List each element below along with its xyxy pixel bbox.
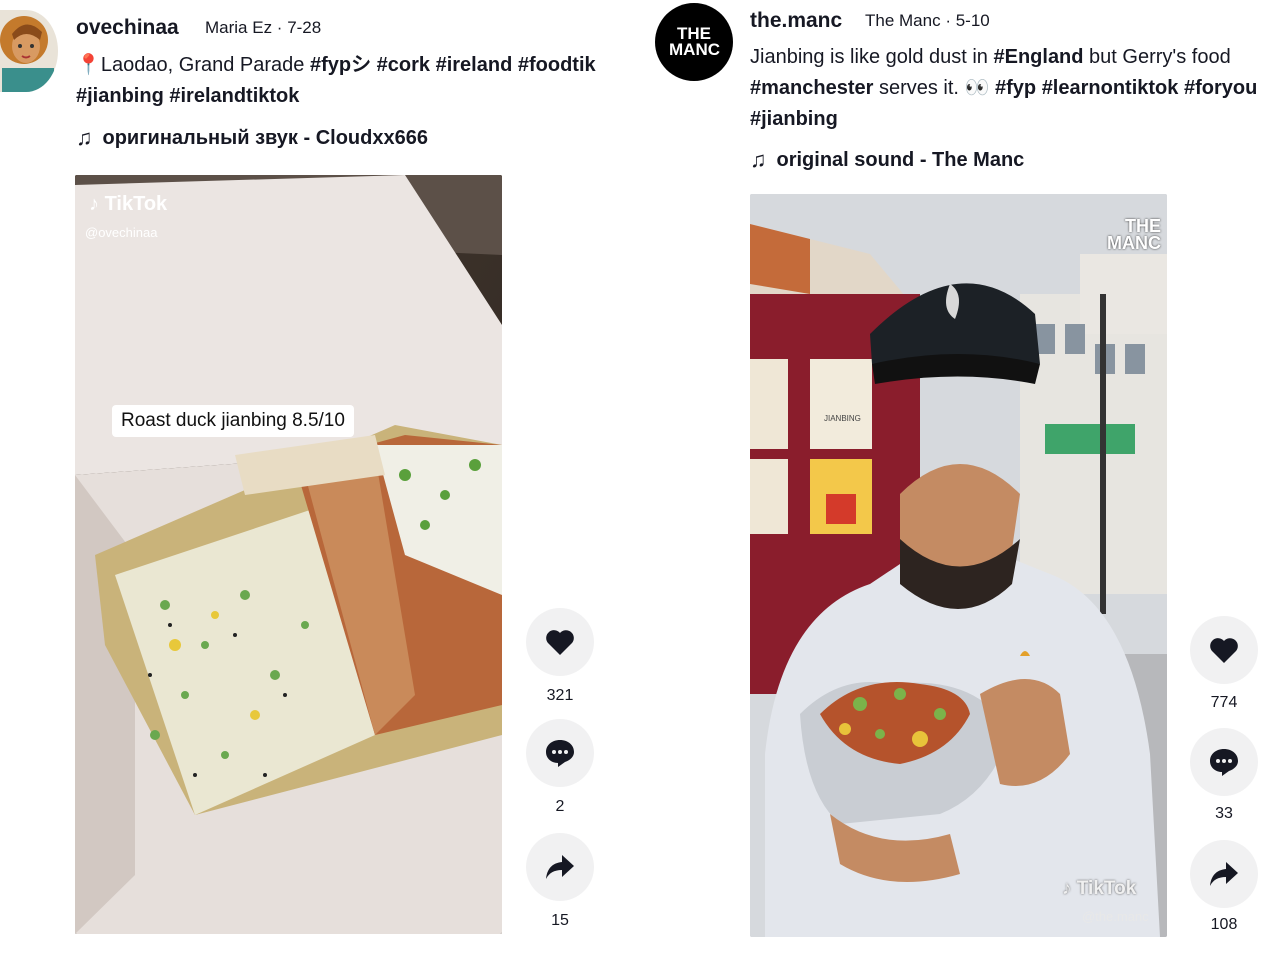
avatar[interactable]: THE MANC	[655, 3, 733, 81]
share-button[interactable]	[526, 833, 594, 901]
share-icon	[1210, 862, 1238, 886]
avatar[interactable]	[0, 10, 58, 92]
watermark-text: TikTok	[104, 193, 168, 215]
watermark-text: TikTok	[1076, 878, 1137, 899]
video-frame-street	[750, 194, 1167, 937]
music-note-icon: ♫	[76, 125, 93, 150]
share-count: 108	[1210, 916, 1238, 933]
heart-icon	[1210, 638, 1238, 663]
hashtag-ireland[interactable]: #ireland	[436, 54, 513, 76]
like-count: 321	[546, 687, 574, 704]
author-meta: The Manc · 5-10	[865, 11, 990, 30]
hashtag-fyp[interactable]: #fypシ	[310, 54, 371, 76]
sound-title: оригинальный звук - Cloudxx666	[102, 126, 428, 149]
hashtag-fyp[interactable]: #fyp	[995, 77, 1036, 99]
caption-text-2: but Gerry's food	[1083, 46, 1231, 68]
post-date: 5-10	[955, 11, 990, 30]
video-text-overlay: Roast duck jianbing 8.5/10	[112, 405, 354, 437]
comment-count: 33	[1215, 805, 1233, 822]
comment-button[interactable]	[526, 719, 594, 787]
hashtag-foodtik[interactable]: #foodtik	[518, 54, 596, 76]
post-ovechinaa: ovechinaa Maria Ez · 7-28 📍Laodao, Grand…	[0, 0, 640, 959]
hashtag-england[interactable]: #England	[993, 46, 1083, 68]
post-the-manc: THE MANC the.manc The Manc · 5-10 Jianbi…	[640, 0, 1280, 959]
like-button[interactable]	[1190, 616, 1258, 684]
hashtag-foryou[interactable]: #foryou	[1184, 77, 1257, 99]
author-nickname[interactable]: The Manc	[865, 11, 941, 30]
tiktok-watermark: ♪ TikTok	[89, 193, 167, 216]
hashtag-irelandtiktok[interactable]: #irelandtiktok	[169, 85, 299, 107]
post-caption: 📍Laodao, Grand Parade #fypシ #cork #irela…	[76, 50, 656, 112]
comment-count: 2	[555, 798, 565, 815]
tiktok-logo-icon: ♪	[1062, 878, 1072, 899]
share-count: 15	[551, 912, 569, 929]
post-date: 7-28	[287, 18, 322, 37]
music-note-icon: ♫	[750, 147, 767, 172]
hashtag-manchester[interactable]: #manchester	[750, 77, 873, 99]
share-button[interactable]	[1190, 840, 1258, 908]
hashtag-jianbing[interactable]: #jianbing	[76, 85, 164, 107]
sound-link[interactable]: ♫ оригинальный звук - Cloudxx666	[76, 125, 428, 151]
like-count: 774	[1210, 694, 1238, 711]
author-nickname[interactable]: Maria Ez	[205, 18, 272, 37]
sound-title: original sound - The Manc	[776, 148, 1025, 171]
caption-text-3: serves it. 👀	[873, 77, 995, 99]
tiktok-watermark: ♪ TikTok	[1062, 878, 1136, 900]
sound-link[interactable]: ♫ original sound - The Manc	[750, 147, 1024, 173]
jianbing-sign: JIANBING	[824, 414, 861, 423]
author-username[interactable]: the.manc	[750, 9, 842, 33]
comment-icon	[546, 740, 574, 767]
tiktok-logo-icon: ♪	[89, 193, 99, 215]
location-pin-icon: 📍	[76, 54, 101, 76]
video-player[interactable]: THE MANC JIANBING ♪ TikTok @the.manc	[750, 194, 1167, 937]
watermark-handle: @ovechinaa	[85, 225, 158, 240]
like-button[interactable]	[526, 608, 594, 676]
comment-button[interactable]	[1190, 728, 1258, 796]
hashtag-cork[interactable]: #cork	[377, 54, 430, 76]
comment-icon	[1210, 749, 1238, 776]
avatar-brand-text: THE MANC	[669, 24, 720, 59]
caption-location: Laodao, Grand Parade	[100, 54, 305, 76]
caption-text-1: Jianbing is like gold dust in	[750, 46, 994, 68]
share-icon	[546, 855, 574, 879]
author-username[interactable]: ovechinaa	[76, 16, 179, 40]
heart-icon	[546, 630, 574, 655]
video-frame-food-box	[75, 175, 502, 934]
video-player[interactable]: ♪ TikTok @ovechinaa Roast duck jianbing …	[75, 175, 502, 934]
post-caption: Jianbing is like gold dust in #England b…	[750, 42, 1280, 138]
watermark-handle: @the.manc	[1082, 909, 1149, 924]
author-meta: Maria Ez · 7-28	[205, 18, 322, 37]
hashtag-jianbing[interactable]: #jianbing	[750, 108, 838, 130]
hashtag-learnontiktok[interactable]: #learnontiktok	[1042, 77, 1179, 99]
the-manc-brand-watermark: THE MANC	[1107, 216, 1161, 253]
